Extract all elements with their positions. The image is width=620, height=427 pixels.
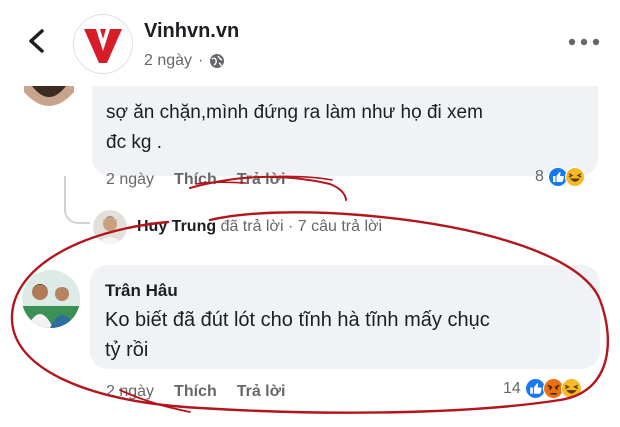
haha-reaction-icon bbox=[560, 378, 582, 399]
reply-button[interactable]: Trả lời bbox=[237, 171, 286, 189]
thread-connector bbox=[64, 176, 90, 224]
like-button[interactable]: Thích bbox=[174, 383, 217, 401]
reply-button[interactable]: Trả lời bbox=[237, 383, 286, 401]
comment-text: Ko biết đã đút lót cho tĩnh hà tĩnh mấy … bbox=[105, 305, 585, 365]
comment-bubble: sợ ăn chặn,mình đứng ra làm như họ đi xe… bbox=[92, 86, 598, 176]
post-header: Vinhvn.vn 2 ngày · bbox=[0, 0, 620, 86]
back-arrow-icon[interactable] bbox=[22, 26, 52, 56]
vinhvn-logo-icon bbox=[76, 17, 130, 71]
comment-text-line: đc kg . bbox=[106, 132, 162, 153]
commenter-avatar[interactable] bbox=[24, 86, 74, 114]
reaction-summary[interactable]: 14 bbox=[503, 378, 582, 399]
replier-name: Huy Trung bbox=[137, 218, 217, 235]
reaction-count: 14 bbox=[503, 379, 521, 397]
comment-actions: 2 ngày Thích Trả lời bbox=[106, 383, 285, 401]
avatar-photo bbox=[93, 210, 127, 244]
comment-text: sợ ăn chặn,mình đứng ra làm như họ đi xe… bbox=[106, 98, 586, 158]
comment-author[interactable]: Trân Hâu bbox=[105, 281, 178, 301]
view-replies-link[interactable]: Huy Trung đã trả lời · 7 câu trả lời bbox=[93, 210, 382, 244]
comment-actions: 2 ngày Thích Trả lời bbox=[106, 171, 285, 189]
reply-count: 7 câu trả lời bbox=[297, 218, 383, 235]
page-name[interactable]: Vinhvn.vn bbox=[144, 20, 239, 43]
comment-text-line: Ko biết đã đút lót cho tĩnh hà tĩnh mấy … bbox=[105, 309, 490, 331]
comment-time[interactable]: 2 ngày bbox=[106, 383, 154, 401]
avatar-photo bbox=[24, 86, 74, 114]
reply-separator: · bbox=[287, 218, 294, 235]
globe-icon bbox=[210, 54, 225, 68]
commenter-avatar[interactable] bbox=[22, 270, 80, 328]
meta-separator: · bbox=[198, 52, 204, 69]
haha-reaction-icon bbox=[564, 167, 585, 187]
post-time[interactable]: 2 ngày bbox=[144, 52, 192, 70]
replied-text: đã trả lời bbox=[220, 218, 284, 235]
replier-avatar bbox=[93, 210, 127, 244]
reaction-count: 8 bbox=[535, 168, 544, 185]
post-meta: 2 ngày · bbox=[144, 52, 225, 70]
comment-text-line: tỷ rồi bbox=[105, 339, 149, 361]
reaction-summary[interactable]: 8 bbox=[535, 167, 585, 187]
comment-text-line: sợ ăn chặn,mình đứng ra làm như họ đi xe… bbox=[106, 102, 483, 123]
more-options-icon[interactable] bbox=[566, 36, 602, 48]
page-logo[interactable] bbox=[73, 14, 133, 74]
comment-time[interactable]: 2 ngày bbox=[106, 171, 154, 189]
avatar-photo bbox=[22, 270, 80, 328]
like-button[interactable]: Thích bbox=[174, 171, 217, 189]
comment-bubble: Trân Hâu Ko biết đã đút lót cho tĩnh hà … bbox=[90, 265, 600, 369]
